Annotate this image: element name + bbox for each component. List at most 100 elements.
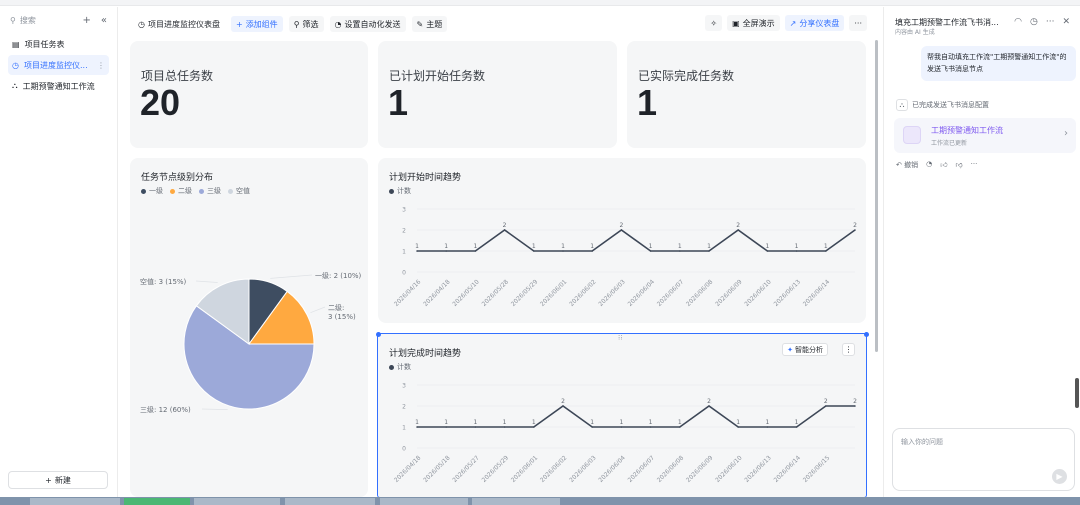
data-label: 2	[503, 222, 507, 229]
sidebar-item-dashboard[interactable]: ◷ 项目进度监控仪... ⋮	[8, 55, 109, 75]
data-point	[708, 250, 710, 252]
data-label: 1	[649, 419, 653, 426]
x-tick-label: 2026/05/29	[510, 278, 540, 308]
y-tick-label: 3	[402, 383, 406, 390]
panel-scrollbar[interactable]	[1075, 378, 1079, 408]
data-point	[854, 405, 856, 407]
dashboard-icon: ◷	[138, 19, 145, 29]
data-point	[416, 426, 418, 428]
data-label: 2	[824, 398, 828, 405]
main-scrollbar[interactable]	[875, 40, 878, 352]
collapse-icon[interactable]: «	[101, 15, 107, 26]
more-icon[interactable]: ⋮	[97, 61, 105, 70]
ai-sparkle-button[interactable]: ✧	[705, 15, 723, 31]
data-label: 1	[765, 243, 769, 250]
sparkle-icon: ✧	[710, 18, 718, 28]
workflow-sub: 工作流已更新	[931, 140, 968, 147]
copy-icon[interactable]: ◔	[926, 160, 932, 170]
status-text: 已完成发送飞书消息配置	[912, 101, 989, 109]
history-icon[interactable]: ◷	[1030, 17, 1038, 27]
x-tick-label: 2026/06/08	[685, 278, 715, 308]
taskbar-app[interactable]	[124, 498, 190, 505]
line-chart-card-finish[interactable]: 计划完成时间趋势 ⁝⁝ ✦ 智能分析 ⋮ 计数 01231111121111211…	[377, 333, 867, 498]
table-icon: ▤	[12, 39, 20, 49]
taskbar-app[interactable]	[472, 498, 560, 505]
data-point	[679, 250, 681, 252]
auto-send-button[interactable]: ◔ 设置自动化发送	[329, 16, 406, 32]
plus-icon: +	[235, 19, 243, 29]
add-icon[interactable]: +	[82, 15, 90, 26]
pie-leader-line	[201, 408, 228, 410]
data-point	[825, 405, 827, 407]
data-label: 1	[532, 243, 536, 250]
close-icon[interactable]: ✕	[1062, 17, 1070, 27]
sidebar: ⚲ 搜索 + « ▤ 项目任务表 ◷ 项目进度监控仪... ⋮ ⛬ 工期预警通知工作流 +…	[0, 7, 118, 497]
data-label: 1	[619, 419, 623, 426]
data-label: 2	[561, 398, 565, 405]
workflow-icon: ⛬	[12, 81, 18, 90]
user-message: 帮我自动填充工作流"工期预警通知工作流"的发送飞书消息节点	[921, 46, 1076, 81]
x-tick-label: 2026/06/02	[539, 454, 569, 484]
x-tick-label: 2026/06/04	[597, 454, 627, 484]
stat-value: 1	[637, 82, 658, 123]
more-icon[interactable]: ···	[1046, 17, 1055, 27]
workflow-icon: ⛬	[896, 99, 908, 111]
sidebar-item-workflow[interactable]: ⛬ 工期预警通知工作流	[8, 76, 109, 96]
x-tick-label: 2026/04/16	[393, 278, 423, 308]
pie-chart-card[interactable]: 任务节点级别分布 一级 二级 三级 空值 一级: 2 (10%) 二级: 3 (15…	[130, 158, 368, 497]
data-point	[533, 250, 535, 252]
x-tick-label: 2026/04/18	[422, 278, 452, 308]
x-tick-label: 2026/05/10	[451, 278, 481, 308]
taskbar-app[interactable]	[194, 498, 280, 505]
workflow-card[interactable]: 工期预警通知工作流 工作流已更新 ›	[894, 118, 1076, 153]
sidebar-search[interactable]: ⚲ 搜索 + «	[0, 7, 117, 33]
data-point	[649, 250, 652, 252]
resize-handle[interactable]	[864, 332, 869, 337]
x-tick-label: 2026/05/27	[451, 454, 481, 484]
data-label: 2	[853, 222, 857, 229]
y-tick-label: 2	[402, 404, 406, 411]
share-button[interactable]: ↗ 分享仪表盘	[784, 15, 845, 31]
taskbar-app[interactable]	[285, 498, 375, 505]
thumbs-down-icon[interactable]: 👎︎	[956, 160, 963, 170]
x-tick-label: 2026/06/15	[802, 454, 832, 484]
label: 全屏演示	[742, 18, 775, 28]
add-widget-button[interactable]: + 添加组件	[230, 16, 283, 32]
stat-card-completed[interactable]: 已实际完成任务数 1	[627, 41, 866, 148]
stat-card-total[interactable]: 项目总任务数 20	[130, 41, 368, 148]
filter-button[interactable]: ⚲ 筛选	[288, 16, 324, 32]
sidebar-item-task-table[interactable]: ▤ 项目任务表	[8, 34, 109, 54]
thumbs-up-icon[interactable]: 👍︎	[940, 160, 947, 170]
more-button[interactable]: ···	[849, 15, 867, 31]
line-chart-card-start[interactable]: 计划开始时间趋势 计数 0 1 2 3 1 1 1 2 1 1 1 2 1 1 1 2 1 1 1 2 2026/04/…	[378, 158, 866, 323]
stat-card-planned-start[interactable]: 已计划开始任务数 1	[378, 41, 617, 148]
data-label: 2	[619, 222, 623, 229]
question-input[interactable]: 输入你的问题 ▶	[892, 428, 1075, 491]
fullscreen-button[interactable]: ▣ 全屏演示	[727, 15, 780, 31]
new-chat-icon[interactable]: ◠	[1014, 17, 1022, 27]
pie-label: 空值: 3 (15%)	[140, 277, 187, 286]
x-tick-label: 2026/06/07	[656, 278, 686, 308]
x-tick-label: 2026/06/10	[714, 454, 744, 484]
taskbar-app[interactable]	[380, 498, 468, 505]
more-icon[interactable]: ···	[971, 160, 978, 170]
sidebar-item-label: 项目进度监控仪...	[23, 60, 88, 70]
new-button[interactable]: + 新建	[8, 471, 108, 489]
chevron-right-icon: ›	[1064, 128, 1068, 139]
theme-button[interactable]: ✎ 主题	[411, 16, 448, 32]
workflow-title: 工期预警通知工作流	[931, 126, 1003, 135]
undo-button[interactable]: ↶ 撤销	[896, 160, 918, 170]
more-icon: ···	[854, 18, 862, 28]
data-point	[474, 250, 477, 252]
resize-handle[interactable]	[376, 332, 381, 337]
data-label: 1	[707, 243, 711, 250]
send-icon[interactable]: ▶	[1052, 469, 1067, 484]
taskbar-app[interactable]	[30, 498, 120, 505]
pie-chart: 一级: 2 (10%) 二级:3 (15%) 三级: 12 (60%) 空值: 3 (…	[140, 271, 362, 414]
label: 主题	[426, 19, 443, 29]
data-label: 1	[415, 243, 419, 250]
ai-assistant-panel: 填充工期预警工作流飞书消... 内容由 AI 生成 ◠ ◷ ··· ✕ 帮我自动填充工…	[883, 7, 1080, 497]
data-point	[795, 426, 798, 428]
x-tick-label: 2026/05/18	[422, 454, 452, 484]
data-point	[708, 405, 710, 407]
